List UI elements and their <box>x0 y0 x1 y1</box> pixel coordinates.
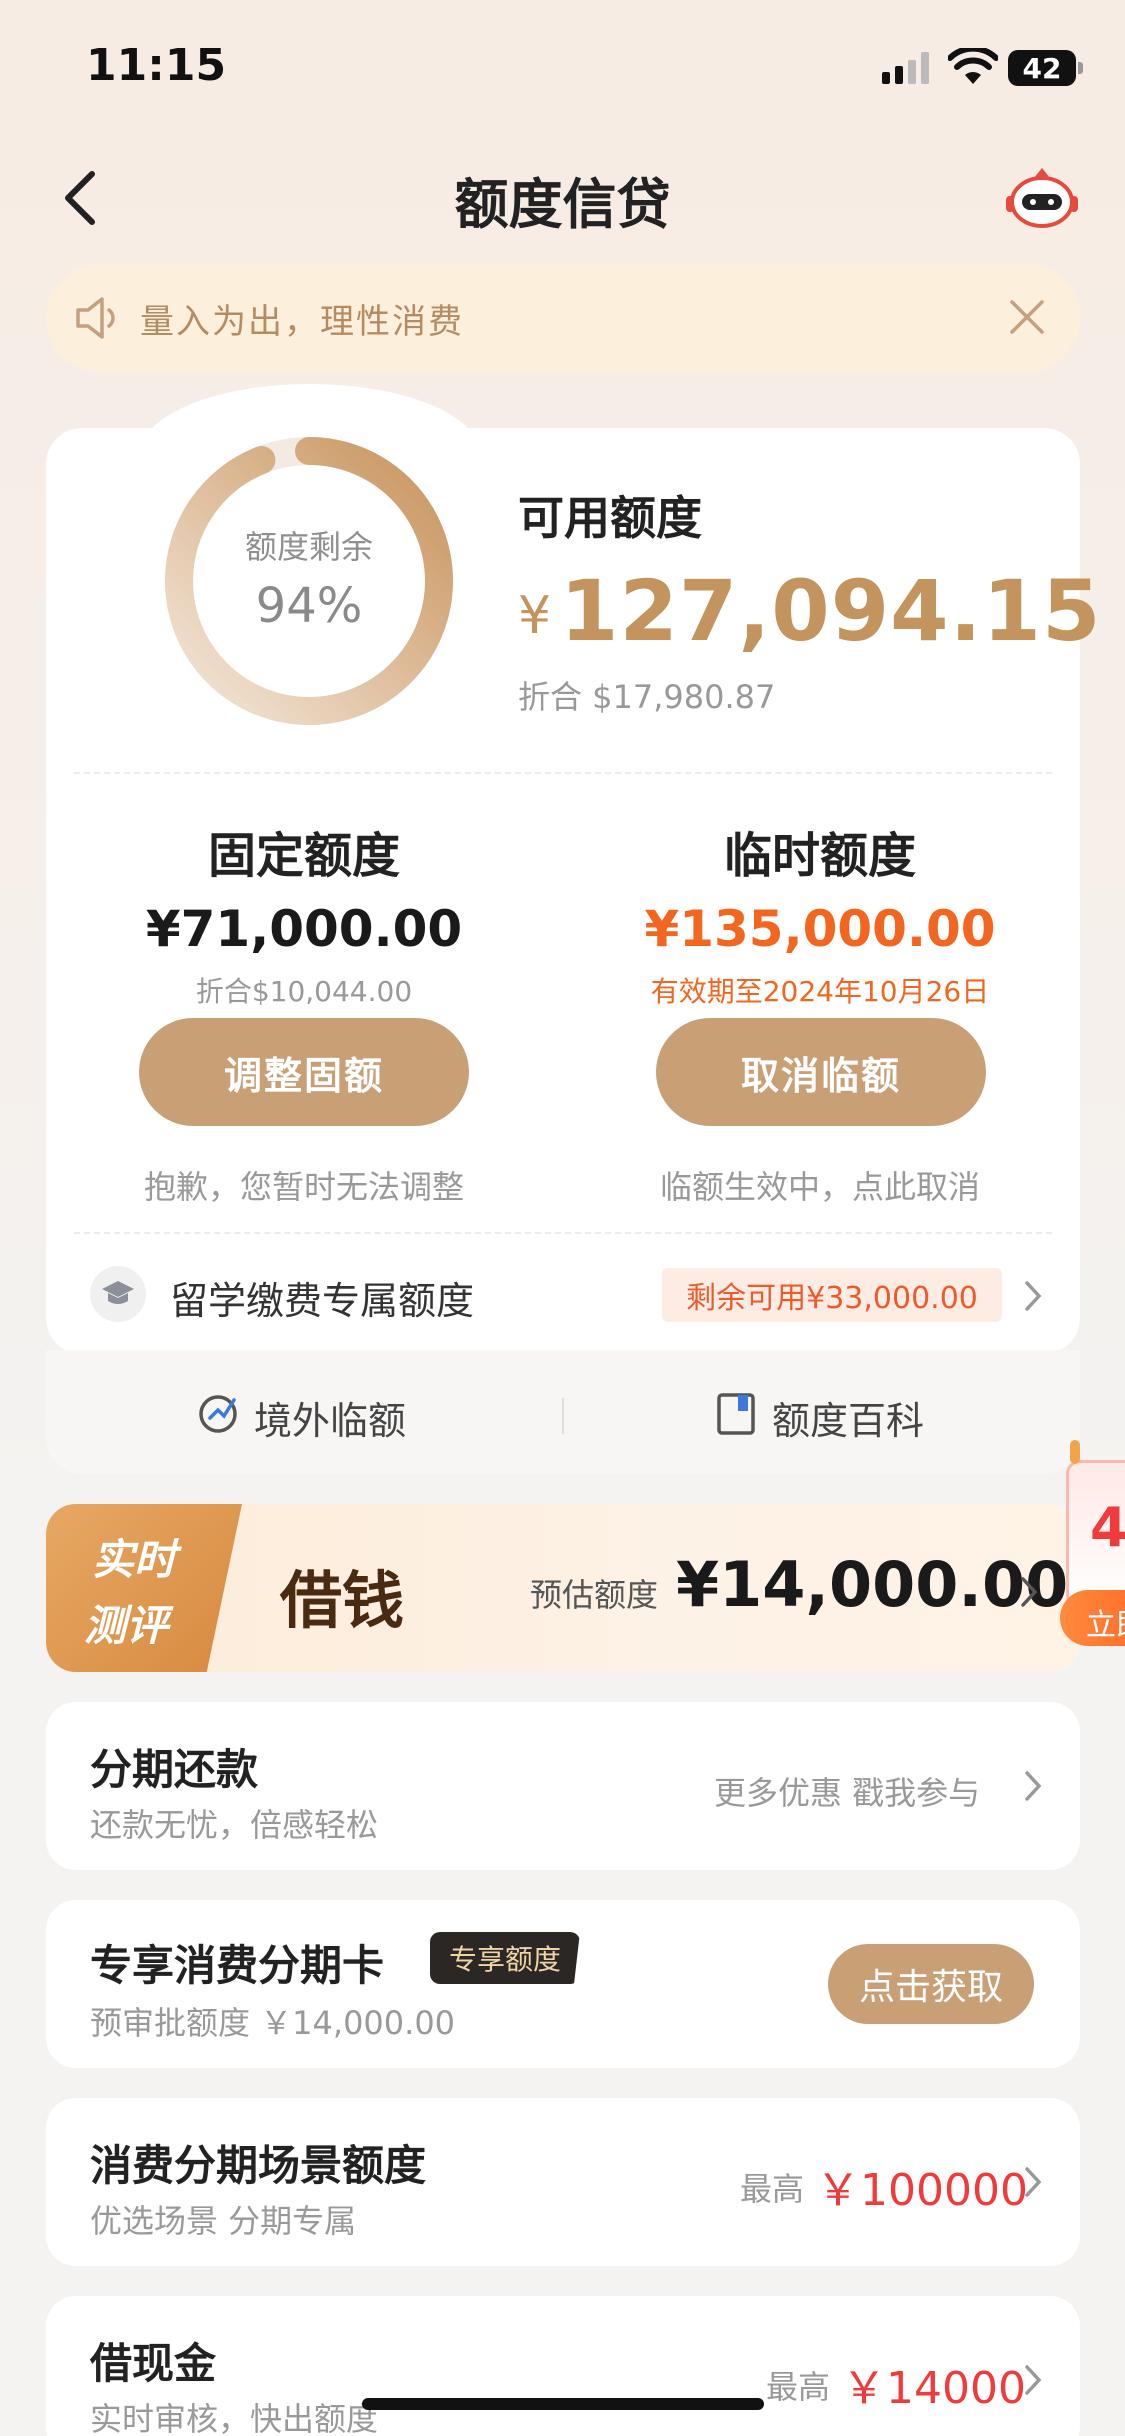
scene-limit-prefix: 最高 <box>740 2170 805 2208</box>
cash-loan-title: 借现金 <box>90 2339 217 2388</box>
globe-icon <box>199 1395 237 1433</box>
notice-text: 量入为出，理性消费 <box>140 302 464 342</box>
overseas-temp-limit-link[interactable]: 境外临额 <box>254 1390 406 1445</box>
battery-icon: 42 <box>1008 50 1076 86</box>
promo-number: 4 <box>1090 1496 1125 1559</box>
installment-repay-sub: 还款无忧，倍感轻松 <box>90 1806 379 1844</box>
chevron-right-icon[interactable] <box>1022 1278 1044 1314</box>
wifi-icon <box>948 48 998 84</box>
scene-limit-value: ￥100000 <box>816 2165 1028 2216</box>
assistant-robot-icon[interactable] <box>1004 164 1080 230</box>
tag-line-2: 测评 <box>84 1601 169 1650</box>
estimate-label: 预估额度 <box>530 1576 659 1614</box>
page-title: 额度信贷 <box>454 173 671 236</box>
fixed-limit-converted: 折合$10,044.00 <box>195 975 413 1008</box>
battery-tip <box>1078 62 1083 74</box>
divider <box>74 772 1052 774</box>
fixed-limit-amount: ¥71,000.00 <box>145 900 463 958</box>
scene-limit-sub: 优选场景 分期专属 <box>90 2202 357 2240</box>
close-icon[interactable] <box>1006 296 1048 338</box>
installment-repay-promo: 更多优惠 戳我参与 <box>714 1774 981 1812</box>
borrow-title: 借钱 <box>280 1564 405 1637</box>
scene-limit-title: 消费分期场景额度 <box>90 2141 427 2190</box>
available-label: 可用额度 <box>518 491 702 545</box>
book-icon <box>717 1393 755 1435</box>
ring-label: 额度剩余 <box>244 528 373 566</box>
temporary-limit-amount: ¥135,000.00 <box>644 900 996 958</box>
chevron-right-icon[interactable] <box>1022 2164 1044 2200</box>
temporary-limit-title: 临时额度 <box>723 828 916 884</box>
available-amount: 127,094.15 <box>560 562 1102 660</box>
graduation-cap-icon <box>90 1266 146 1322</box>
available-converted: 折合 $17,980.87 <box>518 678 776 716</box>
adjust-fixed-button[interactable]: 调整固额 <box>139 1018 469 1126</box>
divider <box>74 1232 1052 1234</box>
promo-text: 立即 <box>1086 1608 1125 1643</box>
home-indicator <box>362 2398 764 2410</box>
status-time: 11:15 <box>86 40 227 91</box>
exclusive-card-title: 专享消费分期卡 <box>90 1941 385 1990</box>
chevron-right-icon[interactable] <box>1018 1574 1040 1610</box>
chevron-right-icon[interactable] <box>1022 1768 1044 1804</box>
cash-loan-sub: 实时审核，快出额度 <box>90 2400 379 2436</box>
get-now-button[interactable]: 点击获取 <box>828 1944 1034 2024</box>
footer-divider <box>562 1398 564 1434</box>
installment-repay-title: 分期还款 <box>90 1745 259 1794</box>
credit-encyclopedia-link[interactable]: 额度百科 <box>772 1390 924 1445</box>
fixed-limit-title: 固定额度 <box>207 828 400 884</box>
exclusive-card-sub: 预审批额度 ￥14,000.00 <box>90 2004 456 2042</box>
temporary-limit-validity: 有效期至2024年10月26日 <box>650 975 990 1008</box>
promo-calendar-widget[interactable]: 4 立即 <box>1060 1440 1125 1700</box>
cash-loan-value: ￥14000 <box>842 2363 1026 2414</box>
ring-percent: 94% <box>255 578 363 634</box>
available-currency: ¥ <box>518 586 552 646</box>
temporary-limit-note[interactable]: 临额生效中，点此取消 <box>570 1162 1070 1208</box>
chevron-right-icon[interactable] <box>1022 2362 1044 2398</box>
estimate-amount: ¥14,000.00 <box>676 1548 1069 1621</box>
cancel-temporary-button[interactable]: 取消临额 <box>656 1018 986 1126</box>
study-abroad-label[interactable]: 留学缴费专属额度 <box>170 1270 474 1325</box>
speaker-icon <box>76 297 115 339</box>
cellular-signal-icon <box>882 52 929 84</box>
study-abroad-badge: 剩余可用¥33,000.00 <box>662 1268 1002 1322</box>
fixed-limit-note: 抱歉，您暂时无法调整 <box>143 1168 464 1206</box>
cash-loan-prefix: 最高 <box>766 2368 831 2406</box>
tag-line-1: 实时 <box>92 1535 177 1584</box>
exclusive-limit-badge: 专享额度 <box>430 1932 580 1984</box>
